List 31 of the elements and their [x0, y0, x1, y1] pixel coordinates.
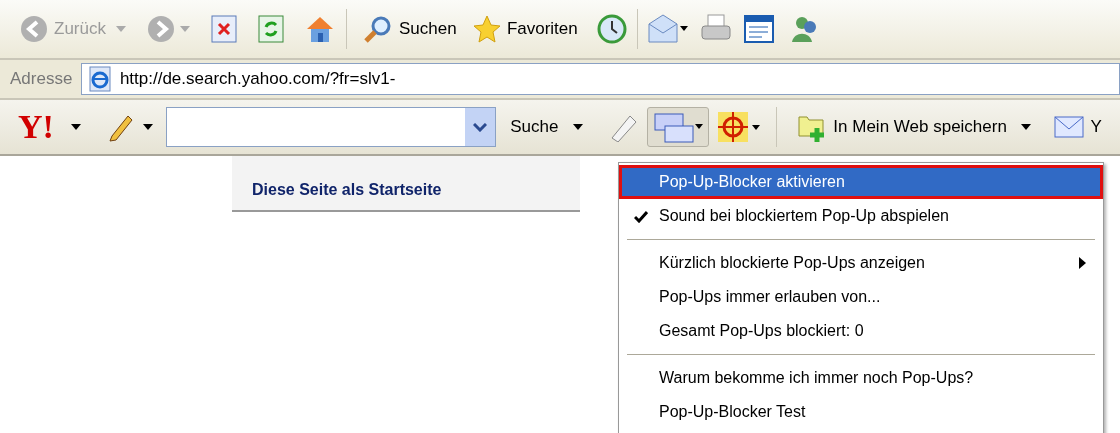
popup-blocker-button[interactable]	[646, 107, 709, 147]
address-label: Adresse	[10, 68, 73, 91]
mail-button[interactable]: Y	[1048, 111, 1108, 143]
target-icon[interactable]	[717, 111, 762, 143]
address-field[interactable]: http://de.search.yahoo.com/?fr=slv1-	[80, 63, 1120, 95]
caret-icon[interactable]	[142, 124, 153, 130]
search-button[interactable]: Suchen	[356, 11, 463, 47]
caret-icon[interactable]	[70, 124, 81, 130]
star-icon	[472, 15, 501, 43]
envelope-icon	[1054, 116, 1085, 138]
favorites-button[interactable]: Favoriten	[466, 12, 584, 46]
menu-item[interactable]: Gesamt Pop-Ups blockiert: 0	[619, 314, 1103, 348]
caret-icon[interactable]	[572, 124, 583, 130]
search-field[interactable]	[165, 107, 496, 147]
stop-icon[interactable]	[210, 15, 237, 43]
menu-item[interactable]: Warum bekomme ich immer noch Pop-Ups?	[619, 361, 1103, 395]
menu-item[interactable]: Sound bei blockiertem Pop-Up abspielen	[619, 199, 1103, 233]
save-button[interactable]: In Mein Web speichern	[791, 109, 1013, 145]
search-icon	[362, 14, 393, 44]
menu-item[interactable]: Pop-Up-Blocker aktivieren	[619, 165, 1103, 199]
start-page-link[interactable]: Diese Seite als Startseite	[252, 178, 442, 202]
refresh-icon[interactable]	[258, 15, 285, 43]
menu-item[interactable]: Pop-Up-Blocker Test	[619, 395, 1103, 429]
caret-icon[interactable]	[1021, 124, 1032, 130]
search-button[interactable]: Suche	[504, 111, 565, 143]
menu-item[interactable]: Pop-Ups immer erlauben von...	[619, 280, 1103, 314]
yahoo-logo[interactable]: Y!	[18, 110, 54, 144]
history-icon[interactable]	[596, 14, 627, 44]
edit-page-icon[interactable]	[743, 15, 776, 43]
menu-item[interactable]: Kürzlich blockierte Pop-Ups anzeigen	[619, 246, 1103, 280]
mail-icon[interactable]	[648, 14, 688, 44]
